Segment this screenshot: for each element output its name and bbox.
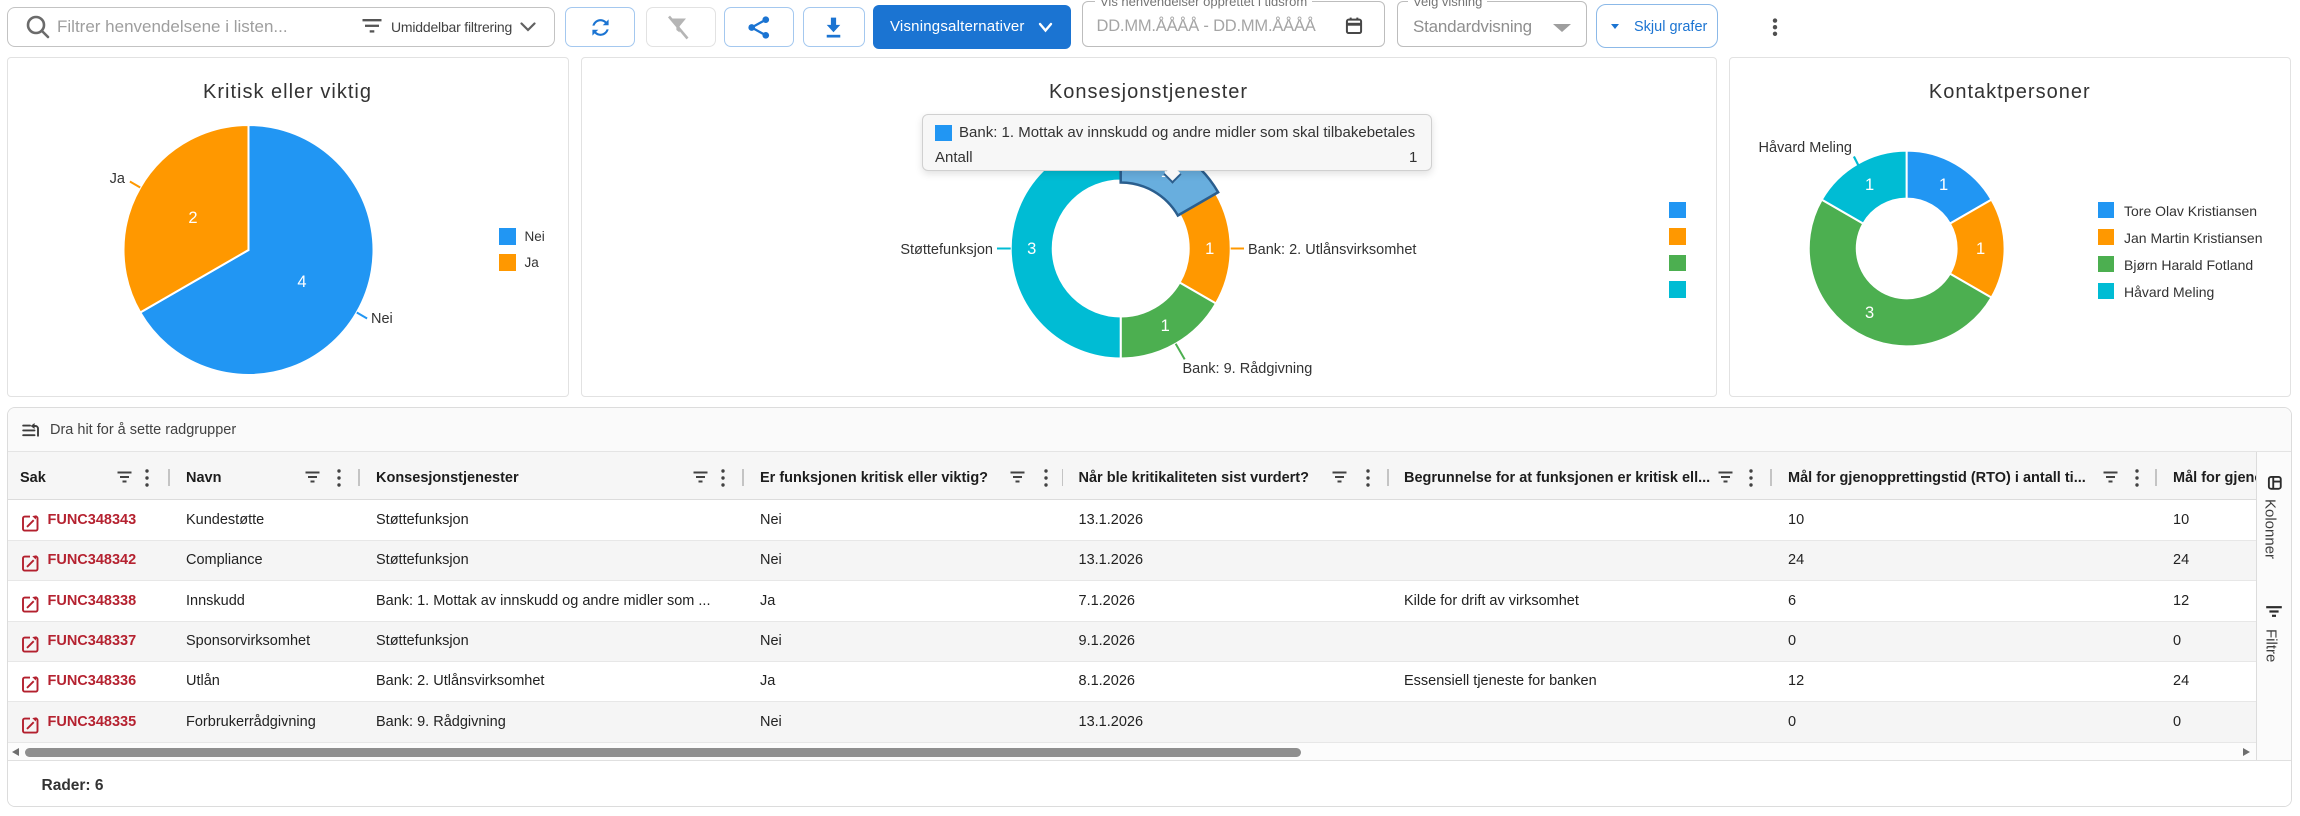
svg-text:Bank: 2. Utlånsvirksomhet: Bank: 2. Utlånsvirksomhet (1248, 242, 1416, 258)
svg-text:Bank: 9. Rådgivning: Bank: 9. Rådgivning (1182, 361, 1312, 377)
svg-text:Nei: Nei (371, 311, 393, 327)
svg-text:3: 3 (1865, 304, 1874, 322)
svg-text:2: 2 (188, 209, 197, 227)
svg-text:Håvard Meling: Håvard Meling (1758, 140, 1852, 156)
svg-text:1: 1 (1205, 240, 1214, 258)
svg-text:4: 4 (297, 273, 306, 291)
svg-text:Ja: Ja (109, 171, 125, 187)
svg-text:3: 3 (1027, 240, 1036, 258)
svg-text:Støttefunksjon: Støttefunksjon (900, 242, 993, 258)
svg-text:1: 1 (1865, 176, 1874, 194)
svg-text:1: 1 (1976, 240, 1985, 258)
svg-text:1: 1 (1160, 317, 1169, 335)
svg-text:1: 1 (1939, 176, 1948, 194)
